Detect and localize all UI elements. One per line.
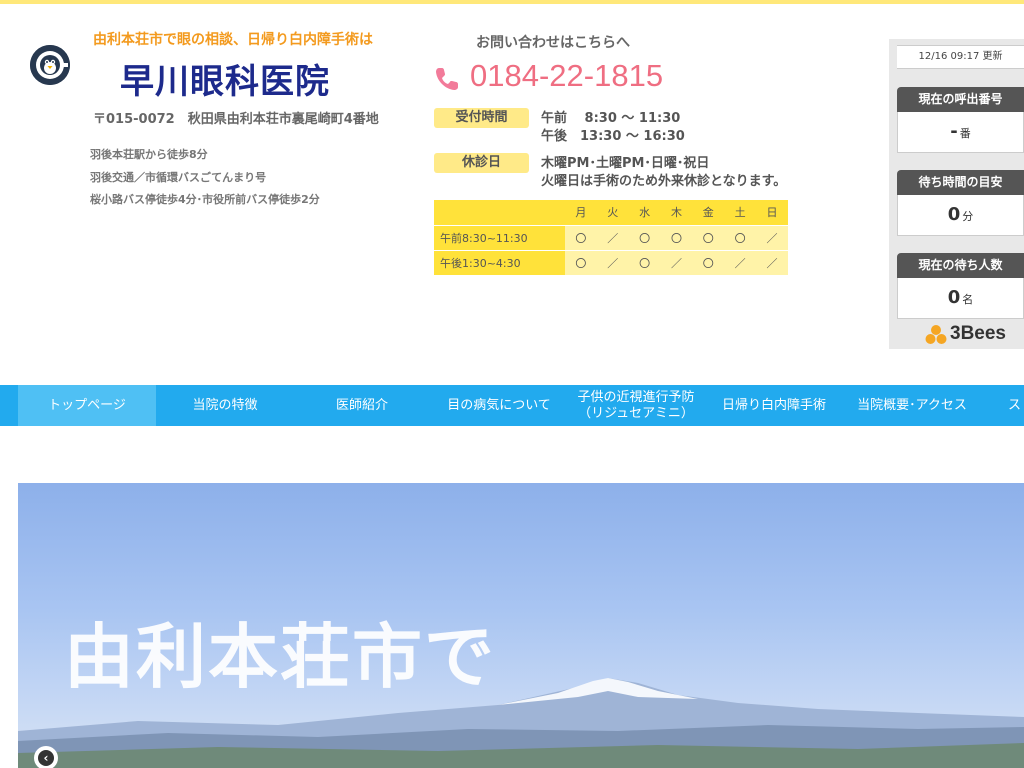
nav-item-label: 当院の特徴 bbox=[192, 397, 258, 413]
schedule-cell: ／ bbox=[660, 249, 693, 275]
nav-item-features[interactable]: 当院の特徴 bbox=[156, 385, 294, 426]
day-header: 土 bbox=[724, 200, 757, 225]
nav-item-more[interactable]: ス bbox=[1008, 385, 1024, 426]
wait-time-unit: 分 bbox=[962, 210, 974, 223]
brand-name: 3Bees bbox=[950, 323, 1006, 344]
waiting-people-value: 0 bbox=[947, 287, 961, 308]
honeycomb-icon bbox=[925, 325, 947, 344]
nav-item-label: 日帰り白内障手術 bbox=[721, 397, 826, 413]
calling-number-value: - bbox=[950, 121, 958, 142]
day-header: 水 bbox=[628, 200, 661, 225]
clinic-tagline: 由利本荘市で眼の相談、日帰り白内障手術は bbox=[93, 32, 373, 48]
schedule-cell: 〇 bbox=[565, 249, 597, 275]
schedule-cell: 〇 bbox=[628, 224, 661, 250]
nav-item-doctor[interactable]: 医師紹介 bbox=[294, 385, 430, 426]
nav-item-cataract-surgery[interactable]: 日帰り白内障手術 bbox=[704, 385, 844, 426]
nav-item-eye-diseases[interactable]: 目の病気について bbox=[430, 385, 568, 426]
slider-prev-button[interactable]: ‹ bbox=[34, 746, 58, 768]
main-navigation: トップページ 当院の特徴 医師紹介 目の病気について 子供の近視進行予防 （リジ… bbox=[0, 385, 1024, 426]
waiting-people-unit: 名 bbox=[962, 293, 974, 306]
day-header: 月 bbox=[565, 200, 597, 225]
wait-time-box: 待ち時間の目安 0分 bbox=[897, 170, 1024, 236]
schedule-cell: 〇 bbox=[692, 224, 725, 250]
schedule-cell: ／ bbox=[756, 224, 788, 250]
day-header: 金 bbox=[692, 200, 725, 225]
closed-line: 火曜日は手術のため外来休診となります。 bbox=[541, 174, 787, 189]
schedule-header-row: 月 火 水 木 金 土 日 bbox=[434, 200, 788, 225]
calling-number-unit: 番 bbox=[959, 127, 971, 140]
top-accent-bar bbox=[0, 0, 1024, 4]
phone-number[interactable]: 0184-22-1815 bbox=[470, 58, 663, 94]
access-line: 羽後本荘駅から徒歩8分 bbox=[90, 148, 208, 161]
nav-item-label: トップページ bbox=[48, 397, 126, 413]
schedule-cell: 〇 bbox=[565, 224, 597, 250]
schedule-cell: ／ bbox=[596, 224, 629, 250]
reception-hours: 午前 8:30 〜 11:30 午後 13:30 〜 16:30 bbox=[541, 110, 685, 146]
nav-item-overview-access[interactable]: 当院概要･アクセス bbox=[844, 385, 980, 426]
nav-item-sublabel: （リジュセアミニ） bbox=[578, 405, 694, 421]
calling-number-label: 現在の呼出番号 bbox=[897, 87, 1024, 112]
nav-item-top[interactable]: トップページ bbox=[18, 385, 156, 426]
phone-icon bbox=[436, 68, 458, 90]
schedule-cell: 〇 bbox=[692, 249, 725, 275]
nav-item-label: 医師紹介 bbox=[335, 397, 388, 413]
waiting-people-box: 現在の待ち人数 0名 bbox=[897, 253, 1024, 319]
calling-number-box: 現在の呼出番号 -番 bbox=[897, 87, 1024, 153]
access-line: 桜小路バス停徒歩4分･市役所前バス停徒歩2分 bbox=[90, 193, 320, 206]
nav-item-label: 子供の近視進行予防 bbox=[577, 389, 695, 405]
schedule-cell: 〇 bbox=[724, 224, 757, 250]
chevron-left-icon: ‹ bbox=[38, 750, 54, 766]
row-label: 午前8:30~11:30 bbox=[434, 224, 565, 250]
access-line: 羽後交通／市循環バスごてんまり号 bbox=[90, 170, 267, 184]
hours-am: 午前 8:30 〜 11:30 bbox=[541, 111, 681, 126]
closed-days-label: 休診日 bbox=[434, 153, 529, 173]
contact-label: お問い合わせはこちらへ bbox=[476, 35, 630, 51]
clinic-logo[interactable] bbox=[30, 45, 70, 85]
waiting-status-widget: 12/16 09:17 更新 現在の呼出番号 -番 待ち時間の目安 0分 現在の… bbox=[889, 39, 1024, 349]
hours-pm: 午後 13:30 〜 16:30 bbox=[541, 129, 685, 144]
schedule-table: 月 火 水 木 金 土 日 午前8:30~11:30 〇 ／ 〇 〇 〇 〇 ／… bbox=[434, 200, 788, 275]
wait-time-body: 0分 bbox=[897, 195, 1024, 236]
table-row: 午前8:30~11:30 〇 ／ 〇 〇 〇 〇 ／ bbox=[434, 224, 788, 250]
closed-line: 木曜PM･土曜PM･日曜･祝日 bbox=[541, 156, 710, 171]
penguin-logo-icon bbox=[30, 45, 70, 85]
schedule-cell: ／ bbox=[596, 249, 629, 275]
schedule-cell: 〇 bbox=[660, 224, 693, 250]
table-row: 午後1:30~4:30 〇 ／ 〇 ／ 〇 ／ ／ bbox=[434, 249, 788, 275]
wait-time-value: 0 bbox=[947, 204, 961, 225]
calling-number-body: -番 bbox=[897, 112, 1024, 153]
nav-item-label: ス bbox=[1008, 397, 1022, 413]
nav-item-myopia-prevention[interactable]: 子供の近視進行予防 （リジュセアミニ） bbox=[568, 385, 704, 426]
clinic-address: 〒015-0072 秋田県由利本荘市裏尾崎町4番地 bbox=[93, 112, 379, 127]
waiting-people-label: 現在の待ち人数 bbox=[897, 253, 1024, 278]
day-header: 火 bbox=[596, 200, 629, 225]
waiting-people-body: 0名 bbox=[897, 278, 1024, 319]
hero-mountain-image bbox=[18, 678, 1024, 768]
day-header: 日 bbox=[756, 200, 788, 225]
row-label: 午後1:30~4:30 bbox=[434, 249, 565, 275]
nav-item-label: 目の病気について bbox=[447, 397, 551, 413]
wait-time-label: 待ち時間の目安 bbox=[897, 170, 1024, 195]
widget-updated-time: 12/16 09:17 更新 bbox=[897, 45, 1024, 69]
nav-item-label: 当院概要･アクセス bbox=[857, 397, 967, 413]
closed-days: 木曜PM･土曜PM･日曜･祝日 火曜日は手術のため外来休診となります。 bbox=[541, 155, 786, 191]
day-header: 木 bbox=[660, 200, 693, 225]
schedule-cell: 〇 bbox=[628, 249, 661, 275]
access-info: 羽後本荘駅から徒歩8分 羽後交通／市循環バスごてんまり号 桜小路バス停徒歩4分･… bbox=[90, 144, 320, 212]
schedule-corner bbox=[434, 200, 565, 225]
schedule-cell: ／ bbox=[756, 249, 788, 275]
schedule-cell: ／ bbox=[724, 249, 757, 275]
clinic-name-title[interactable]: 早川眼科医院 bbox=[120, 54, 330, 103]
reception-hours-label: 受付時間 bbox=[434, 108, 529, 128]
hero-slider[interactable]: 由利本荘市で ‹ bbox=[18, 483, 1024, 768]
